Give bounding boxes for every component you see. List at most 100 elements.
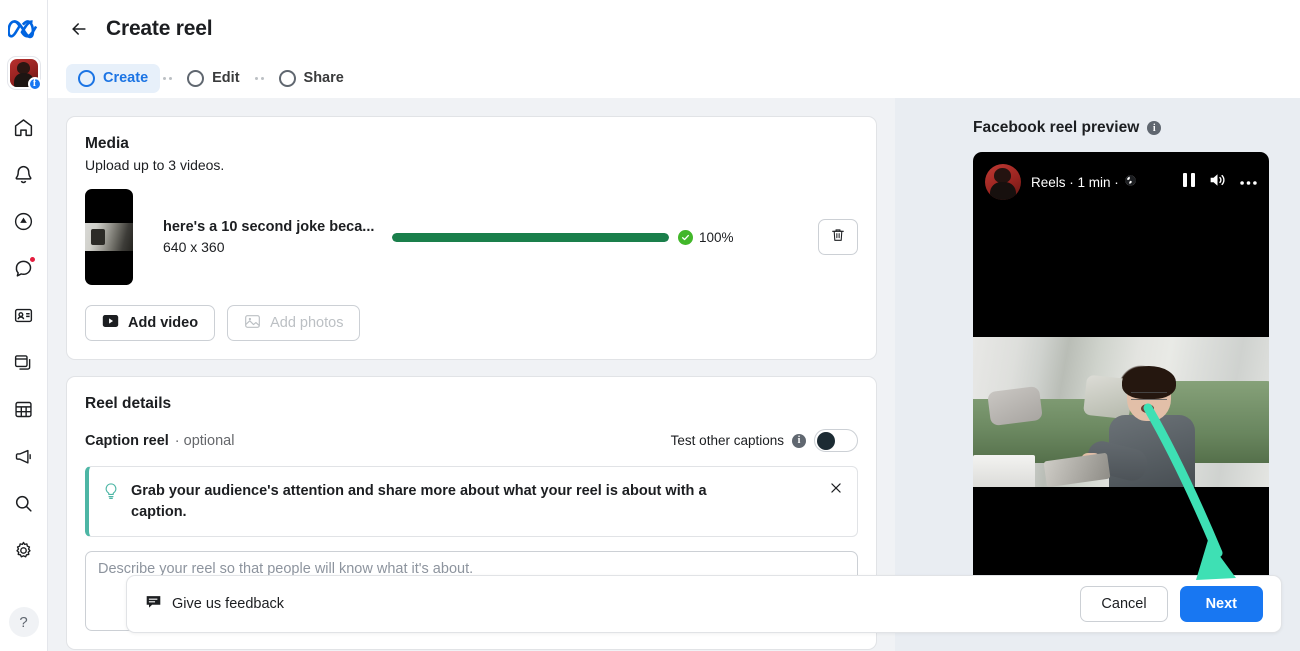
caption-tip-text: Grab your audience's attention and share…: [131, 483, 707, 520]
sidebar-item-notifications[interactable]: [0, 151, 48, 198]
person-mouth: [1141, 404, 1154, 413]
step-connector: [160, 76, 175, 80]
footer-bar: Give us feedback Cancel Next: [126, 575, 1282, 633]
top-bar: Create reel: [48, 0, 1300, 58]
megaphone-icon: [13, 446, 34, 467]
pause-icon[interactable]: [1182, 172, 1196, 193]
home-icon: [13, 117, 34, 138]
step-circle-icon: [78, 69, 95, 87]
media-dimensions: 640 x 360: [163, 239, 225, 255]
media-file-row: here's a 10 second joke beca... 640 x 36…: [85, 189, 858, 285]
preview-meta-text: Reels · 1 min ·: [1031, 174, 1119, 190]
next-button[interactable]: Next: [1179, 586, 1263, 622]
reel-preview-frame: Reels · 1 min ·: [973, 152, 1269, 612]
preview-top-bar: Reels · 1 min ·: [973, 152, 1269, 212]
step-circle-icon: [278, 69, 296, 87]
add-video-label: Add video: [128, 315, 199, 331]
sidebar-item-messages[interactable]: [0, 245, 48, 292]
delete-media-button[interactable]: [818, 219, 858, 255]
back-button[interactable]: [66, 16, 92, 42]
media-subtitle: Upload up to 3 videos.: [85, 157, 225, 173]
test-captions-label: Test other captions: [670, 433, 784, 448]
give-feedback-label: Give us feedback: [172, 596, 285, 612]
lightbulb-icon: [103, 482, 119, 505]
sidebar-item-boost[interactable]: [0, 198, 48, 245]
sidebar-item-ads[interactable]: [0, 433, 48, 480]
caption-label: Caption reel: [85, 432, 169, 449]
sidebar-item-pages[interactable]: [0, 339, 48, 386]
contact-card-icon: [13, 305, 34, 326]
preview-column: Facebook reel preview i Reels · 1 min ·: [895, 98, 1300, 651]
scene-pillow: [987, 385, 1043, 427]
volume-icon[interactable]: [1209, 172, 1227, 193]
toggle-knob: [817, 431, 835, 450]
sidebar-item-contacts[interactable]: [0, 292, 48, 339]
feedback-icon: [145, 594, 162, 614]
person-glasses: [1131, 392, 1167, 400]
scene-table: [973, 455, 1035, 487]
preview-title: Facebook reel preview: [973, 119, 1140, 136]
footer-buttons: Cancel Next: [1080, 586, 1263, 622]
grid-icon: [13, 399, 34, 420]
info-icon[interactable]: i: [1147, 121, 1162, 135]
account-avatar[interactable]: f: [6, 56, 42, 91]
windows-icon: [13, 352, 34, 373]
notification-dot: [28, 256, 36, 263]
preview-controls: [1182, 172, 1257, 193]
facebook-badge: f: [27, 77, 42, 91]
media-meta: here's a 10 second joke beca... 640 x 36…: [163, 219, 378, 255]
caption-tip-banner: Grab your audience's attention and share…: [85, 466, 858, 538]
meta-logo[interactable]: [7, 16, 41, 42]
sidebar-item-settings[interactable]: [0, 527, 48, 574]
step-connector: [252, 76, 267, 80]
more-options-icon[interactable]: [1240, 173, 1257, 191]
page-title: Create reel: [106, 17, 213, 40]
test-captions-toggle[interactable]: [814, 429, 858, 452]
gear-icon: [13, 540, 34, 561]
preview-meta: Reels · 1 min ·: [1031, 174, 1137, 190]
test-captions-control: Test other captions i: [671, 429, 858, 452]
boost-icon: [13, 211, 34, 232]
globe-icon: [1124, 174, 1137, 190]
rail-icon-list: [0, 104, 47, 574]
sidebar-item-search[interactable]: [0, 480, 48, 527]
caption-header: Caption reel · optional Test other capti…: [85, 429, 858, 452]
add-video-button[interactable]: Add video: [85, 305, 216, 341]
step-create[interactable]: Create: [66, 63, 161, 93]
info-icon[interactable]: i: [792, 433, 806, 448]
main-area: Create reel Create Edit Share Media Uplo…: [48, 0, 1300, 651]
body-area: Media Upload up to 3 videos. here's a 10…: [48, 98, 1300, 651]
close-icon[interactable]: [819, 481, 843, 495]
form-column: Media Upload up to 3 videos. here's a 10…: [48, 98, 895, 651]
caption-optional-label: · optional: [174, 432, 235, 449]
progress-percent: 100%: [699, 229, 734, 245]
stepper: Create Edit Share: [48, 58, 1300, 98]
add-photos-button[interactable]: Add photos: [227, 305, 361, 341]
step-label: Edit: [212, 70, 240, 86]
give-feedback-button[interactable]: Give us feedback: [145, 594, 284, 614]
media-card: Media Upload up to 3 videos. here's a 10…: [66, 116, 877, 360]
step-label: Create: [103, 70, 149, 86]
media-title: Media: [85, 135, 129, 152]
search-icon: [13, 493, 34, 514]
step-share[interactable]: Share: [267, 64, 356, 93]
sidebar-item-planner[interactable]: [0, 386, 48, 433]
progress-track: [392, 232, 669, 242]
step-label: Share: [303, 70, 344, 86]
bell-icon: [13, 164, 34, 185]
thumbnail-frame: [85, 223, 133, 251]
preview-avatar: [985, 164, 1021, 200]
check-circle-icon: [678, 229, 693, 245]
trash-icon: [830, 227, 846, 248]
reel-details-title: Reel details: [85, 395, 172, 412]
sidebar-item-home[interactable]: [0, 104, 48, 151]
cancel-button[interactable]: Cancel: [1080, 586, 1168, 622]
step-edit[interactable]: Edit: [175, 64, 251, 93]
help-button[interactable]: ?: [8, 607, 39, 637]
create-reel-page: f ? Create reel Create Edit Share Media …: [0, 0, 1300, 651]
add-photos-label: Add photos: [270, 315, 344, 331]
video-thumbnail[interactable]: [85, 189, 133, 285]
left-nav-rail: f ?: [0, 0, 48, 651]
preview-header: Facebook reel preview i: [973, 119, 1300, 137]
progress-fill: [392, 232, 669, 242]
